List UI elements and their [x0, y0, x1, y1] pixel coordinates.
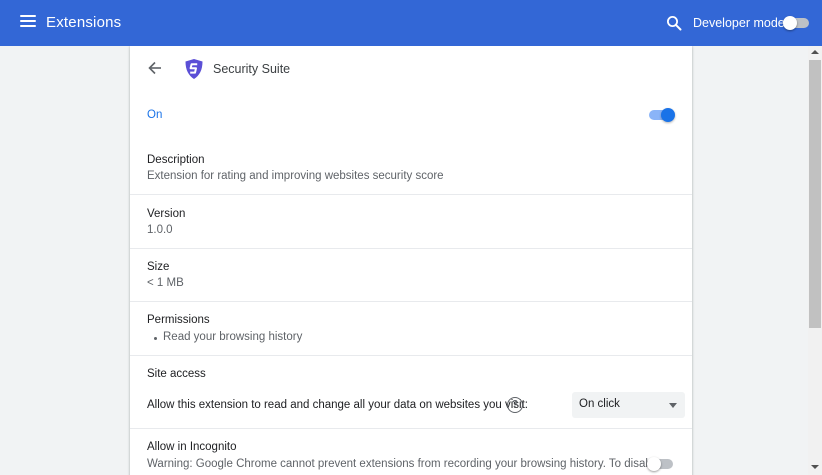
toggle-knob	[661, 108, 675, 122]
description-section: Description Extension for rating and imp…	[130, 140, 692, 195]
scroll-up-arrow-icon[interactable]	[811, 50, 819, 54]
incognito-toggle[interactable]	[647, 457, 674, 471]
toggle-knob	[783, 16, 797, 30]
scrollbar-thumb[interactable]	[809, 60, 821, 328]
vertical-scrollbar[interactable]	[808, 46, 822, 475]
size-label: Size	[147, 261, 170, 273]
version-section: Version 1.0.0	[130, 195, 692, 249]
size-section: Size < 1 MB	[130, 249, 692, 302]
extension-enable-toggle[interactable]	[649, 108, 676, 122]
scroll-down-arrow-icon[interactable]	[811, 465, 819, 469]
hamburger-menu-icon[interactable]	[20, 15, 36, 29]
version-value: 1.0.0	[147, 224, 173, 236]
version-label: Version	[147, 208, 186, 220]
page-title: Extensions	[46, 14, 122, 31]
main-content: Security Suite On Description Extension …	[0, 46, 808, 475]
search-icon[interactable]	[666, 15, 682, 31]
description-label: Description	[147, 154, 205, 166]
site-access-label: Site access	[147, 368, 206, 380]
permission-item: Read your browsing history	[153, 331, 303, 343]
incognito-label: Allow in Incognito	[147, 441, 237, 453]
size-value: < 1 MB	[147, 277, 184, 289]
shield-logo-icon	[184, 58, 204, 80]
incognito-warning: Warning: Google Chrome cannot prevent ex…	[147, 458, 661, 470]
permissions-section: Permissions Read your browsing history	[130, 302, 692, 356]
site-access-select[interactable]: On click	[572, 392, 685, 418]
permissions-label: Permissions	[147, 314, 210, 326]
dropdown-arrow-icon	[669, 403, 677, 408]
toggle-knob	[647, 457, 661, 471]
developer-mode-toggle[interactable]	[783, 16, 810, 30]
extension-name: Security Suite	[213, 62, 291, 76]
back-arrow-icon[interactable]	[148, 61, 162, 75]
enabled-status-label: On	[147, 109, 163, 121]
help-icon[interactable]: ?	[507, 397, 523, 413]
top-bar: Extensions Developer mode	[0, 0, 822, 46]
site-access-description: Allow this extension to read and change …	[147, 399, 528, 411]
extension-detail-card: Security Suite On Description Extension …	[130, 46, 692, 475]
description-value: Extension for rating and improving websi…	[147, 170, 444, 182]
card-header: Security Suite	[130, 46, 692, 92]
site-access-selected-value: On click	[579, 398, 620, 410]
enable-row: On	[130, 92, 692, 140]
developer-mode-label: Developer mode	[693, 16, 785, 30]
